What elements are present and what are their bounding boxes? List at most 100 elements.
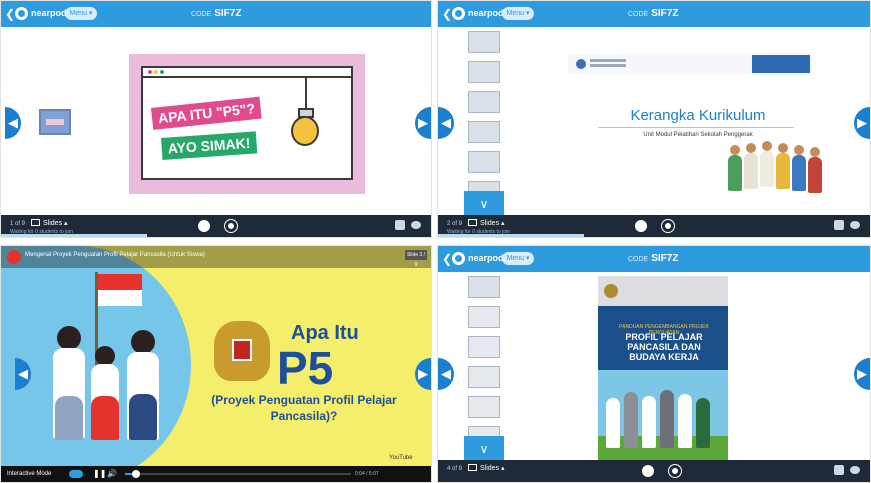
slide-heading: APA ITU "P5"? bbox=[151, 96, 262, 130]
menu-button[interactable]: Menu ▾ bbox=[65, 7, 97, 20]
slides-toggle[interactable]: Slides ▴ bbox=[468, 464, 505, 474]
slides-toggle[interactable]: Slides ▴ bbox=[468, 219, 505, 229]
ministry-logo-text bbox=[590, 59, 626, 62]
ministry-logo-icon bbox=[604, 284, 618, 298]
video-title[interactable]: Mengenal Proyek Penguatan Profil Pelajar… bbox=[25, 251, 205, 259]
slide-thumbnail[interactable] bbox=[468, 396, 500, 418]
record-button[interactable] bbox=[669, 465, 681, 477]
slides-icon bbox=[468, 219, 477, 226]
nearpod-logo-icon bbox=[15, 7, 28, 20]
window-bar bbox=[143, 68, 351, 78]
slide-subtitle: Unit Modul Pelatihan Sekolah Penggerak bbox=[643, 132, 753, 138]
previous-slide-button[interactable]: ◀ bbox=[438, 107, 454, 139]
interactive-mode-label: Interactive Mode bbox=[7, 471, 52, 477]
screenshot-grid: ❮ nearpod Menu ▾ CODE SIF7Z ◀ ▶ APA ITU "… bbox=[0, 0, 871, 483]
session-code: CODE SIF7Z bbox=[191, 9, 241, 20]
slide-thumbnail[interactable] bbox=[468, 336, 500, 358]
back-icon[interactable]: ❮ bbox=[442, 251, 452, 267]
slides-label: Slides bbox=[480, 465, 500, 472]
video-title-bar: Mengenal Proyek Penguatan Profil Pelajar… bbox=[1, 246, 431, 268]
video-progress-bar[interactable] bbox=[125, 473, 351, 475]
eye-icon[interactable] bbox=[850, 466, 860, 474]
bottom-bar: 2 of 9 Slides ▴ Waiting for 0 students t… bbox=[438, 215, 870, 237]
flag-white bbox=[98, 290, 142, 306]
slide-thumbnail[interactable] bbox=[468, 366, 500, 388]
menu-label: Menu bbox=[506, 10, 525, 17]
students-icon[interactable] bbox=[834, 465, 844, 475]
garuda-pancasila-emblem-icon bbox=[214, 321, 270, 381]
top-bar: ❮ nearpod Menu ▾ CODE SIF7Z bbox=[1, 1, 431, 27]
students-icon[interactable] bbox=[395, 220, 405, 230]
channel-avatar[interactable] bbox=[7, 250, 21, 264]
next-slide-button[interactable]: ▶ bbox=[854, 107, 870, 139]
top-bar: ❮ nearpod Menu ▾ CODE SIF7Z bbox=[438, 246, 870, 272]
slides-toggle[interactable]: Slides ▴ bbox=[31, 219, 68, 229]
previous-slide-button[interactable]: ◀ bbox=[5, 107, 21, 139]
youtube-video[interactable]: Apa Itu P5 (Proyek Penguatan Profil Pela… bbox=[1, 246, 431, 482]
brand-name: nearpod bbox=[31, 8, 67, 18]
nearpod-slide-panel-1: ❮ nearpod Menu ▾ CODE SIF7Z ◀ ▶ APA ITU "… bbox=[0, 0, 432, 238]
progress-track bbox=[1, 234, 147, 237]
slide-thumbnail[interactable] bbox=[468, 151, 500, 173]
slide-thumbnail[interactable] bbox=[468, 61, 500, 83]
cover-title: PROFIL PELAJAR PANCASILA DAN BUDAYA KERJ… bbox=[625, 332, 703, 362]
nearpod-slide-panel-4: ❮ nearpod Menu ▾ CODE SIF7Z ◀ ▶ ∨ PANDUAN… bbox=[437, 245, 871, 483]
back-icon[interactable]: ❮ bbox=[442, 6, 452, 22]
book-cover: PANDUAN PENGEMBANGAN PROJEK PENGUATAN PR… bbox=[598, 276, 728, 466]
flag-red bbox=[98, 274, 142, 290]
nearpod-logo-icon bbox=[452, 252, 465, 265]
video-time: 0:04 / 5:07 bbox=[355, 471, 379, 477]
slide-badge: Slide 3 / 9 bbox=[405, 250, 427, 268]
record-button[interactable] bbox=[662, 220, 674, 232]
interactive-mode-toggle[interactable] bbox=[69, 470, 83, 478]
slide-thumbnail[interactable] bbox=[468, 306, 500, 328]
camera-button[interactable] bbox=[635, 220, 647, 232]
record-button[interactable] bbox=[225, 220, 237, 232]
slides-label: Slides bbox=[480, 220, 500, 227]
previous-slide-button[interactable]: ◀ bbox=[438, 358, 454, 390]
video-scrubber[interactable] bbox=[132, 470, 140, 478]
page-indicator: 1 of 9 bbox=[10, 221, 26, 227]
page-indicator: 4 of 9 bbox=[447, 466, 463, 472]
volume-icon[interactable]: 🔊 bbox=[107, 469, 117, 479]
pause-icon[interactable]: ❚❚ bbox=[93, 469, 106, 479]
sekolah-penggerak-logo-icon bbox=[752, 55, 810, 73]
code-label: CODE bbox=[628, 11, 649, 18]
slides-icon bbox=[468, 464, 477, 471]
next-slide-button[interactable]: ▶ bbox=[415, 107, 431, 139]
bottom-bar: 4 of 9 Slides ▴ bbox=[438, 460, 870, 482]
next-slide-button[interactable]: ▶ bbox=[854, 358, 870, 390]
brand-name: nearpod bbox=[468, 8, 504, 18]
lightbulb-icon bbox=[291, 116, 319, 146]
slide-content: APA ITU "P5"? AYO SIMAK! bbox=[129, 54, 365, 194]
slide-thumbnail[interactable] bbox=[468, 91, 500, 113]
top-bar: ❮ nearpod Menu ▾ CODE SIF7Z bbox=[438, 1, 870, 27]
slide-thumbnail[interactable] bbox=[468, 121, 500, 143]
slide-thumbnail[interactable] bbox=[468, 276, 500, 298]
back-icon[interactable]: ❮ bbox=[5, 6, 15, 22]
scroll-down-button[interactable]: ∨ bbox=[464, 191, 504, 217]
slide-header-logos bbox=[568, 53, 812, 75]
code-label: CODE bbox=[191, 11, 212, 18]
nearpod-slide-panel-2: ❮ nearpod Menu ▾ CODE SIF7Z ◀ ▶ ∨ Kerangk… bbox=[437, 0, 871, 238]
eye-icon[interactable] bbox=[850, 221, 860, 229]
menu-label: Menu bbox=[69, 10, 88, 17]
illustration-window: APA ITU "P5"? AYO SIMAK! bbox=[141, 66, 353, 180]
students-icon[interactable] bbox=[834, 220, 844, 230]
code-value: SIF7Z bbox=[651, 253, 679, 264]
slide-subheading: AYO SIMAK! bbox=[161, 131, 258, 160]
camera-button[interactable] bbox=[198, 220, 210, 232]
slide-thumbnail[interactable] bbox=[39, 109, 71, 135]
ministry-logo-icon bbox=[576, 59, 586, 69]
video-controls: Interactive Mode ❚❚ 🔊 0:04 / 5:07 bbox=[1, 466, 431, 482]
menu-button[interactable]: Menu ▾ bbox=[502, 7, 534, 20]
scroll-down-button[interactable]: ∨ bbox=[464, 436, 504, 462]
brand-name: nearpod bbox=[468, 253, 504, 263]
camera-button[interactable] bbox=[642, 465, 654, 477]
menu-button[interactable]: Menu ▾ bbox=[502, 252, 534, 265]
slide-thumbnail[interactable] bbox=[468, 31, 500, 53]
slides-icon bbox=[31, 219, 40, 226]
code-value: SIF7Z bbox=[651, 8, 679, 19]
eye-icon[interactable] bbox=[411, 221, 421, 229]
video-heading-large: P5 bbox=[277, 342, 334, 394]
